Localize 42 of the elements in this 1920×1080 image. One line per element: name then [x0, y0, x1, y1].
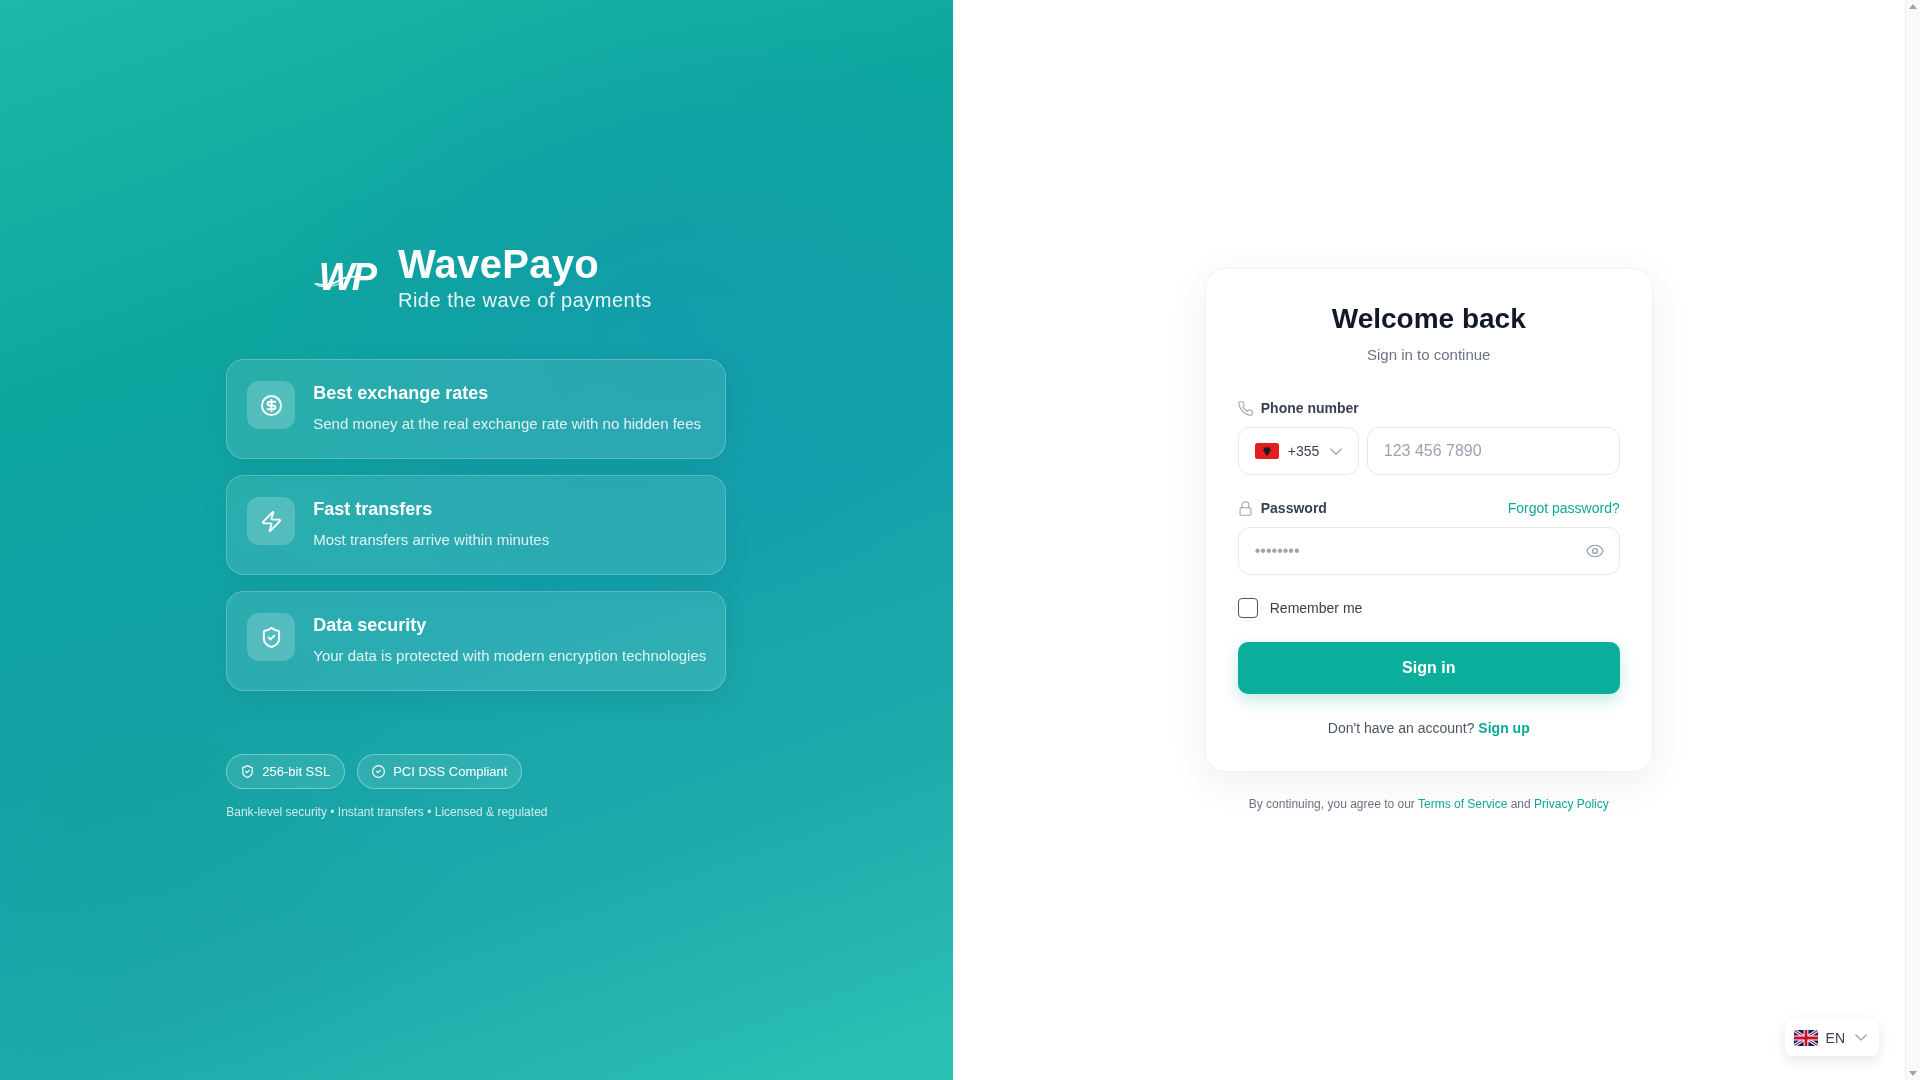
lock-icon — [1237, 500, 1253, 516]
trust-line: Bank-level security • Instant transfers • Licensed & regulated — [226, 804, 549, 821]
eye-icon[interactable] — [1585, 544, 1604, 558]
remember-label[interactable]: Remember me — [1269, 600, 1363, 616]
feature-title: Best exchange rates — [313, 382, 490, 405]
feature-description: Send money at the real exchange rate with no hidden fees — [313, 414, 701, 434]
brand-name: WavePayo — [398, 241, 600, 287]
feature-title: Data security — [313, 614, 428, 637]
feature-title: Fast transfers — [313, 498, 434, 521]
country-code-select[interactable]: +355 — [1237, 427, 1359, 475]
signup-prompt: Don't have an account? Sign up — [1326, 719, 1531, 738]
language-select[interactable]: EN — [1784, 1019, 1879, 1056]
chevron-down-icon — [1330, 447, 1343, 455]
sign-up-link[interactable]: Sign up — [1478, 720, 1530, 736]
tagline: Ride the wave of payments — [398, 288, 652, 313]
flag-icon — [1793, 1029, 1818, 1046]
remember-checkbox[interactable] — [1237, 598, 1258, 618]
field-label: Phone number — [1260, 400, 1359, 416]
shield-check-icon — [247, 613, 296, 661]
certification-text: PCI DSS Compliant — [393, 763, 508, 780]
phone-icon — [1237, 400, 1253, 416]
check-circle-icon — [372, 765, 386, 778]
sign-in-button[interactable]: Sign in — [1237, 642, 1620, 694]
privacy-link[interactable]: Privacy Policy — [1534, 797, 1609, 811]
scrollbar[interactable] — [1905, 0, 1920, 1080]
flag-icon — [1254, 443, 1279, 459]
legal-notice: By continuing, you agree to our Terms of Service and Privacy Policy — [1248, 796, 1609, 812]
forgot-password-link[interactable]: Forgot password? — [1507, 500, 1620, 516]
password-input[interactable]: •••••••• — [1237, 527, 1620, 575]
feature-description: Your data is protected with modern encryption technologies — [313, 646, 707, 666]
form-subtitle: Sign in to continue — [1366, 345, 1492, 365]
field-label: Password — [1260, 500, 1327, 516]
phone-input[interactable]: 123 456 7890 — [1366, 427, 1620, 475]
feature-description: Most transfers arrive within minutes — [313, 530, 550, 550]
scroll-down-arrow-icon[interactable] — [1909, 1071, 1917, 1076]
scroll-up-arrow-icon[interactable] — [1909, 4, 1917, 9]
terms-link[interactable]: Terms of Service — [1418, 797, 1508, 811]
chevron-down-icon — [1855, 1034, 1867, 1041]
certification-text: 256-bit SSL — [262, 763, 331, 780]
lightning-icon — [247, 497, 296, 545]
shield-check-icon — [241, 765, 255, 778]
form-title: Welcome back — [1330, 302, 1527, 336]
